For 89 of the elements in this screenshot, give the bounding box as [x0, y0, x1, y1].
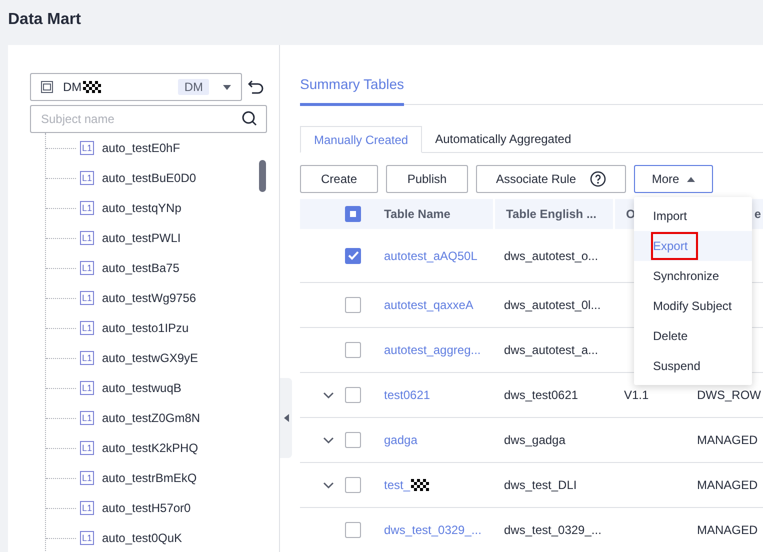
tree-item[interactable]: auto_testrBmEkQ	[102, 469, 197, 487]
table-name-link[interactable]: autotest_aAQ50L	[384, 246, 478, 264]
redaction-mark	[411, 479, 430, 491]
workspace-select[interactable]: DM DM	[30, 73, 242, 101]
level-badge-icon: L1	[80, 501, 94, 515]
tree-item[interactable]: auto_testwuqB	[102, 379, 182, 397]
level-badge-icon: L1	[80, 321, 94, 335]
help-icon	[590, 171, 606, 187]
tree-item[interactable]: auto_testZ0Gm8N	[102, 409, 200, 427]
row-checkbox[interactable]	[345, 522, 361, 538]
workspace-icon	[41, 81, 53, 93]
toolbar-button[interactable]: Create	[300, 165, 378, 193]
tree-item[interactable]: auto_testBa75	[102, 259, 180, 277]
tree-item[interactable]: auto_testPWLI	[102, 229, 181, 247]
column-header: Table Name	[384, 207, 450, 221]
table-cell-text: dws_autotest_0l...	[503, 297, 602, 314]
table-cell-text: MANAGED	[696, 478, 758, 492]
caret-icon	[687, 176, 696, 182]
tree-item[interactable]: auto_testH57or0	[102, 499, 191, 517]
level-badge-icon: L1	[80, 351, 94, 365]
row-checkbox[interactable]	[345, 342, 361, 358]
menu-item[interactable]: Synchronize	[634, 261, 752, 291]
more-button[interactable]: More	[634, 165, 713, 193]
tree-item[interactable]: auto_testWg9756	[102, 289, 196, 307]
dropdown-caret-icon	[223, 84, 231, 90]
collapse-arrow-icon	[284, 414, 288, 422]
table-cell-text: dws_test_0329_...	[503, 522, 602, 539]
column-header: e	[754, 207, 761, 221]
workspace-badge: DM	[178, 79, 209, 95]
table-cell-text: dws_gadga	[503, 432, 566, 449]
collapse-handle[interactable]	[280, 378, 292, 458]
table-cell-text: DWS_ROW	[696, 388, 761, 402]
level-badge-icon: L1	[80, 171, 94, 185]
table-cell-text: dws_test_DLI	[503, 477, 578, 494]
table-cell-text: MANAGED	[696, 433, 758, 447]
tree-item[interactable]: auto_testK2kPHQ	[102, 439, 198, 457]
table-cell-text: dws_autotest_a...	[503, 342, 600, 359]
level-badge-icon: L1	[80, 201, 94, 215]
tab[interactable]: Manually Created	[300, 126, 422, 153]
toolbar-button[interactable]: Associate Rule	[476, 165, 626, 193]
menu-item[interactable]: Export	[634, 231, 752, 261]
menu-item[interactable]: Import	[634, 201, 752, 231]
row-checkbox[interactable]	[345, 432, 361, 448]
row-checkbox[interactable]	[345, 248, 361, 264]
table-name-link[interactable]: dws_test_0329_...	[384, 521, 482, 539]
expand-chevron-icon[interactable]	[323, 482, 334, 488]
tree-item[interactable]: auto_testqYNp	[102, 199, 182, 217]
level-badge-icon: L1	[80, 141, 94, 155]
expand-chevron-icon[interactable]	[323, 392, 334, 398]
table-cell-text: MANAGED	[696, 523, 758, 537]
tree-item[interactable]: auto_testo1IPzu	[102, 319, 189, 337]
tree-item[interactable]: auto_testwGX9yE	[102, 349, 198, 367]
tree-item[interactable]: auto_testBuE0D0	[102, 169, 196, 187]
search-icon[interactable]	[242, 111, 257, 126]
undo-icon[interactable]	[248, 80, 264, 94]
expand-chevron-icon[interactable]	[323, 436, 334, 444]
table-cell-text: dws_autotest_o...	[503, 248, 600, 264]
table-name-link[interactable]: test_	[384, 476, 410, 494]
table-name-link[interactable]: gadga	[384, 431, 418, 449]
row-checkbox[interactable]	[345, 297, 361, 313]
table-cell: V1.1	[624, 388, 649, 402]
table-name-link[interactable]: test0621	[384, 386, 430, 404]
table-name-link[interactable]: autotest_qaxxeA	[384, 296, 474, 314]
menu-item[interactable]: Delete	[634, 321, 752, 351]
column-header: Table English ...	[506, 207, 596, 221]
row-checkbox[interactable]	[345, 477, 361, 493]
scrollbar-thumb[interactable]	[259, 160, 266, 192]
menu-item[interactable]: Suspend	[634, 351, 752, 381]
level-badge-icon: L1	[80, 411, 94, 425]
table-cell-text: dws_test0621	[503, 387, 580, 404]
page-title: Data Mart	[8, 11, 81, 28]
table-name-link[interactable]: autotest_aggreg...	[384, 341, 481, 359]
redaction-mark	[82, 81, 101, 93]
menu-item[interactable]: Modify Subject	[634, 291, 752, 321]
level-badge-icon: L1	[80, 441, 94, 455]
level-badge-icon: L1	[80, 231, 94, 245]
level-badge-icon: L1	[80, 531, 94, 545]
select-all-checkbox[interactable]	[345, 206, 361, 222]
page-tab[interactable]: Summary Tables	[300, 74, 404, 106]
level-badge-icon: L1	[80, 381, 94, 395]
toolbar-button[interactable]: Publish	[386, 165, 468, 193]
search-field[interactable]: Subject name	[30, 105, 267, 133]
tab[interactable]: Automatically Aggregated	[422, 126, 584, 153]
level-badge-icon: L1	[80, 471, 94, 485]
tree-item[interactable]: auto_testE0hF	[102, 139, 180, 157]
tree-item[interactable]: auto_test0QuK	[102, 529, 182, 547]
row-checkbox[interactable]	[345, 387, 361, 403]
level-badge-icon: L1	[80, 291, 94, 305]
level-badge-icon: L1	[80, 261, 94, 275]
